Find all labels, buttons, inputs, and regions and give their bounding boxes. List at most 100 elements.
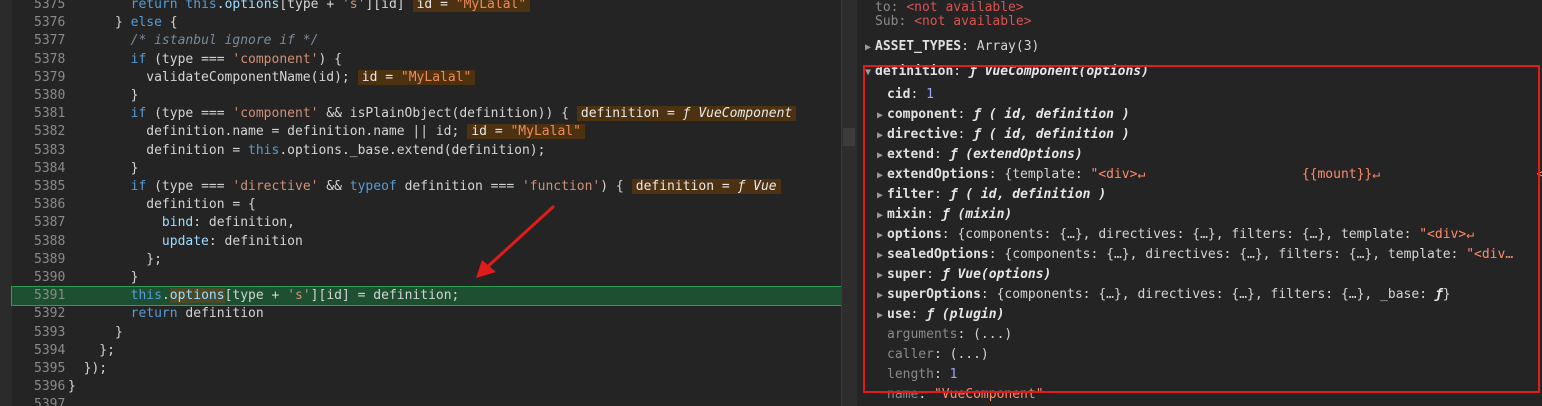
line-number[interactable]: 5391	[12, 287, 68, 305]
code-line[interactable]: 5390 }	[12, 269, 841, 287]
expand-triangle-icon[interactable]: ▶	[877, 206, 887, 226]
code-token: ][id] = definition;	[310, 288, 460, 304]
property-name: extend	[887, 147, 934, 162]
code-line[interactable]: 5375 return this.options[type + 's'][id]…	[12, 0, 841, 14]
inline-value-token: id =	[471, 124, 511, 140]
code-line[interactable]: 5382 definition.name = definition.name |…	[12, 123, 841, 141]
line-number[interactable]: 5395	[12, 360, 68, 378]
line-number[interactable]: 5376	[12, 14, 68, 32]
scope-row[interactable]: ▶ filter: ƒ ( id, definition )	[877, 185, 1106, 205]
line-number[interactable]: 5392	[12, 305, 68, 323]
expand-triangle-icon[interactable]: ▶	[877, 286, 887, 306]
code-token: &&	[318, 179, 350, 194]
code-line-current[interactable]: 5391 this.options[type + 's'][id] = defi…	[11, 286, 841, 307]
line-number[interactable]: 5385	[12, 178, 68, 196]
code-line[interactable]: 5393 }	[12, 324, 841, 342]
line-number[interactable]: 5381	[12, 105, 68, 123]
code-token: }	[68, 324, 123, 340]
code-token: (type ===	[146, 179, 233, 194]
code-line[interactable]: 5396}	[12, 378, 841, 396]
scope-row[interactable]: ▶ extendOptions: {template: "<div>↵ {{mou…	[877, 165, 1542, 185]
line-number[interactable]: 5393	[12, 324, 68, 342]
line-number[interactable]: 5377	[12, 32, 68, 50]
expand-triangle-icon[interactable]: ▶	[877, 266, 887, 286]
expand-triangle-icon[interactable]: ▶	[877, 226, 887, 246]
property-value: :	[957, 127, 974, 142]
line-number[interactable]: 5386	[12, 196, 68, 214]
line-number[interactable]: 5390	[12, 269, 68, 287]
expand-triangle-icon[interactable]: ▶	[877, 186, 887, 206]
line-number[interactable]: 5380	[12, 87, 68, 105]
scope-row[interactable]: ▶ mixin: ƒ (mixin)	[877, 205, 1012, 225]
code-line[interactable]: 5379 validateComponentName(id); id = "MyL…	[12, 69, 841, 87]
expand-triangle-icon[interactable]: ▶	[877, 166, 887, 186]
scope-row: cid: 1	[877, 85, 934, 105]
code-line[interactable]: 5377 /* istanbul ignore if */	[12, 32, 841, 50]
line-number[interactable]: 5382	[12, 123, 68, 141]
scope-row[interactable]: ▶ super: ƒ Vue(options)	[877, 265, 1051, 285]
code-line[interactable]: 5392 return definition	[12, 305, 841, 323]
property-name: options	[887, 227, 942, 242]
code-token: }	[68, 88, 139, 103]
code-line[interactable]: 5395 });	[12, 360, 841, 378]
property-name: caller	[887, 347, 934, 362]
expand-triangle-icon[interactable]: ▶	[877, 246, 887, 266]
code-line[interactable]: 5376 } else {	[12, 14, 841, 32]
scope-row[interactable]: ▶ superOptions: {components: {…}, directi…	[877, 285, 1451, 305]
property-name: length	[887, 367, 934, 382]
code-text: });	[68, 360, 108, 378]
code-token: .	[216, 0, 225, 12]
code-line[interactable]: 5381 if (type === 'component' && isPlain…	[12, 105, 841, 123]
code-line[interactable]: 5380 }	[12, 87, 841, 105]
line-number[interactable]: 5388	[12, 233, 68, 251]
code-line[interactable]: 5394 };	[12, 342, 841, 360]
scope-row[interactable]: ▶ component: ƒ ( id, definition )	[877, 105, 1130, 125]
scope-variables-pane[interactable]: to: <not available> Sub: <not available> ▶…	[857, 0, 1542, 406]
code-line[interactable]: 5378 if (type === 'component') {	[12, 51, 841, 69]
source-code-pane[interactable]: 5375 return this.options[type + 's'][id]…	[0, 0, 841, 406]
line-number[interactable]: 5379	[12, 69, 68, 87]
property-value: ƒ ( id, definition )	[973, 107, 1130, 122]
expand-triangle-icon[interactable]: ▶	[877, 146, 887, 166]
scrollbar-thumb[interactable]	[843, 128, 855, 146]
line-number[interactable]: 5389	[12, 251, 68, 269]
line-number[interactable]: 5387	[12, 214, 68, 232]
code-line[interactable]: 5386 definition = {	[12, 196, 841, 214]
line-number[interactable]: 5383	[12, 142, 68, 160]
code-line[interactable]: 5384 }	[12, 160, 841, 178]
code-line[interactable]: 5397	[12, 396, 841, 406]
expand-triangle-icon[interactable]: ▶	[877, 126, 887, 146]
expand-triangle-open-icon[interactable]: ▼	[865, 63, 875, 83]
line-number[interactable]: 5384	[12, 160, 68, 178]
line-number[interactable]: 5396	[12, 378, 68, 396]
scope-row[interactable]: ▼ definition: ƒ VueComponent(options)	[865, 62, 1149, 82]
scope-row[interactable]: ▶ sealedOptions: {components: {…}, direct…	[877, 245, 1513, 265]
code-token: }	[68, 15, 131, 31]
scope-row[interactable]: ▶ options: {components: {…}, directives: …	[877, 225, 1529, 245]
property-value: :	[933, 367, 950, 382]
code-line[interactable]: 5385 if (type === 'directive' && typeof …	[12, 178, 841, 196]
line-number[interactable]: 5394	[12, 342, 68, 360]
code-line[interactable]: 5387 bind: definition,	[12, 214, 841, 232]
scope-row[interactable]: ▶ ASSET_TYPES: Array(3)	[865, 37, 1039, 57]
line-number[interactable]: 5378	[12, 51, 68, 69]
code-token: return	[130, 306, 178, 322]
line-number[interactable]: 5375	[12, 0, 68, 14]
scope-row: name: "VueComponent"	[877, 385, 1044, 405]
code-text: definition = {	[68, 196, 256, 214]
scope-row[interactable]: ▶ use: ƒ (plugin)	[877, 305, 1004, 325]
expand-triangle-icon[interactable]: ▶	[865, 38, 875, 58]
scope-row[interactable]: ▶ extend: ƒ (extendOptions)	[877, 145, 1083, 165]
expand-triangle-icon[interactable]: ▶	[877, 306, 887, 326]
property-value: : {components: {…}, directives: {…}, fil…	[941, 227, 1420, 242]
pane-splitter[interactable]	[841, 0, 857, 406]
code-line[interactable]: 5383 definition = this.options._base.ext…	[12, 142, 841, 160]
scope-row: caller: (...)	[877, 345, 989, 365]
expand-triangle-icon[interactable]: ▶	[877, 106, 887, 126]
scope-row[interactable]: ▶ directive: ƒ ( id, definition )	[877, 125, 1130, 145]
line-number[interactable]: 5397	[12, 396, 68, 406]
code-line[interactable]: 5388 update: definition	[12, 233, 841, 251]
code-line[interactable]: 5389 };	[12, 251, 841, 269]
